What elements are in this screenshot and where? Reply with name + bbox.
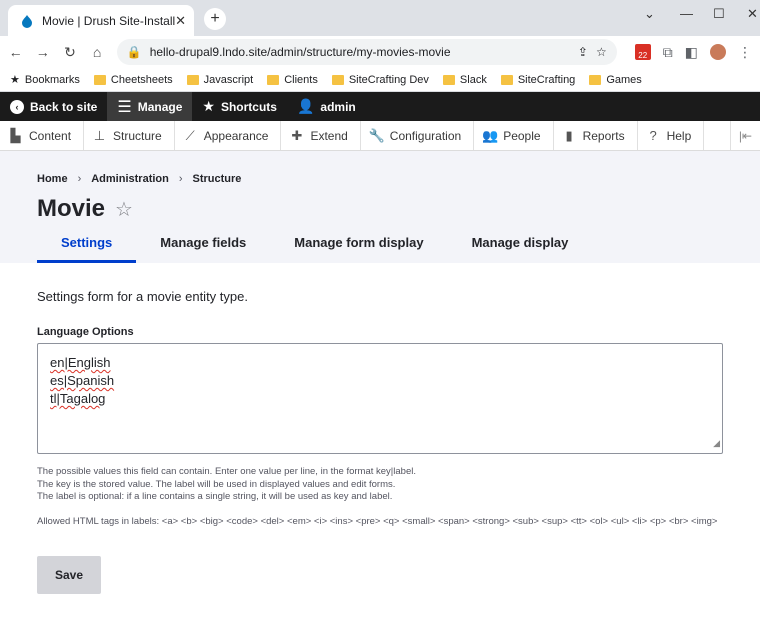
hamburger-icon: ☰ [117, 98, 132, 116]
shortcut-star-icon[interactable]: ☆ [115, 197, 133, 222]
bookmark-folder[interactable]: Slack [442, 74, 487, 86]
file-icon: ▙ [10, 127, 21, 143]
tab-close-icon[interactable]: ✕ [175, 13, 186, 29]
page-header: Home › Administration › Structure Movie … [0, 151, 760, 263]
folder-icon [442, 74, 455, 85]
tray-item-people[interactable]: 👥 People [474, 121, 554, 150]
page-title: Movie [37, 195, 106, 222]
bookmarks-button[interactable]: ★ Bookmarks [10, 73, 80, 87]
back-arrow-icon[interactable]: ← [8, 44, 23, 60]
tray-item-configuration[interactable]: 🔧 Configuration [361, 121, 475, 150]
folder-icon [589, 74, 602, 85]
manage-tab[interactable]: ☰ Manage [107, 92, 193, 121]
forward-arrow-icon[interactable]: → [35, 44, 50, 60]
sitemap-icon: ⊥ [93, 127, 106, 143]
admin-tray: ▙ Content ⊥ Structure ⟋ Appearance ✚ Extend … [0, 121, 760, 151]
field-help-text: The possible values this field can conta… [37, 466, 416, 502]
extensions-puzzle-icon[interactable]: ⧉ [663, 44, 673, 61]
breadcrumb-separator: › [77, 173, 82, 185]
collapse-tray-icon[interactable]: |⇤ [730, 121, 760, 150]
omnibox[interactable]: 🔒 hello-drupal9.lndo.site/admin/structur… [116, 39, 617, 65]
tab-manage-fields[interactable]: Manage fields [136, 235, 270, 263]
textarea-line: tl|Tagalog [50, 391, 106, 406]
bookmark-folder[interactable]: Games [589, 74, 642, 86]
people-icon: 👥 [482, 127, 499, 143]
bookmark-folder[interactable]: SiteCrafting [500, 74, 575, 86]
field-label: Language Options [37, 326, 134, 338]
main-content: Settings form for a movie entity type. L… [0, 263, 760, 594]
puzzle-icon: ✚ [291, 127, 303, 143]
drupal-icon [22, 14, 32, 28]
breadcrumb: Home › Administration › Structure [37, 173, 723, 185]
page-title-row: Movie ☆ [37, 195, 723, 223]
bookmark-folder[interactable]: Clients [267, 74, 318, 86]
tab-settings[interactable]: Settings [37, 235, 137, 263]
share-icon[interactable]: ⇪ [578, 45, 588, 59]
bookmark-folder[interactable]: SiteCrafting Dev [331, 74, 429, 86]
folder-icon [93, 74, 106, 85]
bar-chart-icon: ▮ [565, 127, 573, 143]
calendar-extension-icon[interactable]: 22 [634, 44, 651, 60]
form-description: Settings form for a movie entity type. [37, 289, 248, 304]
allowed-tags-text: Allowed HTML tags in labels: <a> <b> <bi… [37, 515, 718, 527]
back-circle-icon: ‹ [10, 99, 24, 114]
tab-search-icon[interactable]: ⌄ [644, 6, 655, 22]
tray-item-extend[interactable]: ✚ Extend [281, 121, 361, 150]
language-options-textarea[interactable]: en|English es|Spanish tl|Tagalog ◢ [37, 343, 723, 454]
breadcrumb-separator: › [178, 173, 183, 185]
user-tab[interactable]: 👤 admin [287, 92, 366, 121]
admin-toolbar: ‹ Back to site ☰ Manage ★ Shortcuts 👤 ad… [0, 92, 760, 121]
folder-icon [186, 74, 199, 85]
back-to-site-link[interactable]: ‹ Back to site [0, 92, 107, 121]
shortcuts-tab[interactable]: ★ Shortcuts [192, 92, 287, 121]
tray-item-help[interactable]: ? Help [638, 121, 705, 150]
tab-manage-display[interactable]: Manage display [448, 235, 593, 263]
menu-dots-icon[interactable]: ⋮ [738, 44, 752, 61]
bookmark-star-icon[interactable]: ☆ [596, 45, 607, 59]
tab-title: Movie | Drush Site-Install [42, 13, 176, 28]
star-icon: ★ [10, 74, 20, 86]
bookmark-folder[interactable]: Javascript [186, 74, 253, 86]
textarea-line: es|Spanish [50, 373, 115, 388]
reload-icon[interactable]: ↻ [62, 44, 77, 61]
close-window-icon[interactable]: ✕ [747, 6, 758, 22]
home-icon[interactable]: ⌂ [90, 44, 105, 60]
textarea-line: en|English [50, 355, 111, 370]
minimize-icon[interactable]: — [680, 6, 693, 21]
folder-icon [267, 74, 280, 85]
folder-icon [331, 74, 344, 85]
tray-item-content[interactable]: ▙ Content [0, 121, 85, 150]
breadcrumb-home[interactable]: Home [37, 173, 68, 185]
wrench-icon: 🔧 [368, 127, 385, 143]
folder-icon [500, 74, 513, 85]
tab-manage-form-display[interactable]: Manage form display [270, 235, 447, 263]
help-icon: ? [649, 128, 657, 143]
star-icon: ★ [202, 98, 215, 114]
side-panel-icon[interactable]: ◧ [685, 44, 698, 61]
browser-tab[interactable]: Movie | Drush Site-Install ✕ [8, 5, 194, 36]
save-button[interactable]: Save [37, 556, 101, 594]
browser-tabstrip: Movie | Drush Site-Install ✕ + ⌄ — ☐ ✕ [0, 0, 760, 36]
lock-icon: 🔒 [126, 45, 142, 59]
breadcrumb-administration[interactable]: Administration [91, 173, 169, 185]
resize-grip-icon[interactable]: ◢ [713, 434, 720, 452]
user-icon: 👤 [296, 98, 315, 114]
paintbrush-icon: ⟋ [185, 127, 195, 143]
bookmark-folder[interactable]: Cheetsheets [93, 74, 173, 86]
profile-avatar[interactable] [709, 44, 726, 60]
tray-item-structure[interactable]: ⊥ Structure [84, 121, 175, 150]
url-text: hello-drupal9.lndo.site/admin/structure/… [149, 45, 451, 59]
breadcrumb-structure[interactable]: Structure [193, 173, 242, 185]
extension-badge: 22 [638, 51, 648, 60]
bookmarks-bar: ★ Bookmarks Cheetsheets Javascript Client… [0, 68, 760, 92]
address-bar-row: ← → ↻ ⌂ 🔒 hello-drupal9.lndo.site/admin/… [0, 36, 760, 68]
tray-item-reports[interactable]: ▮ Reports [554, 121, 638, 150]
new-tab-icon[interactable]: + [204, 8, 226, 30]
primary-tabs: Settings Manage fields Manage form displ… [37, 235, 592, 263]
tray-item-appearance[interactable]: ⟋ Appearance [175, 121, 282, 150]
maximize-icon[interactable]: ☐ [713, 6, 725, 22]
